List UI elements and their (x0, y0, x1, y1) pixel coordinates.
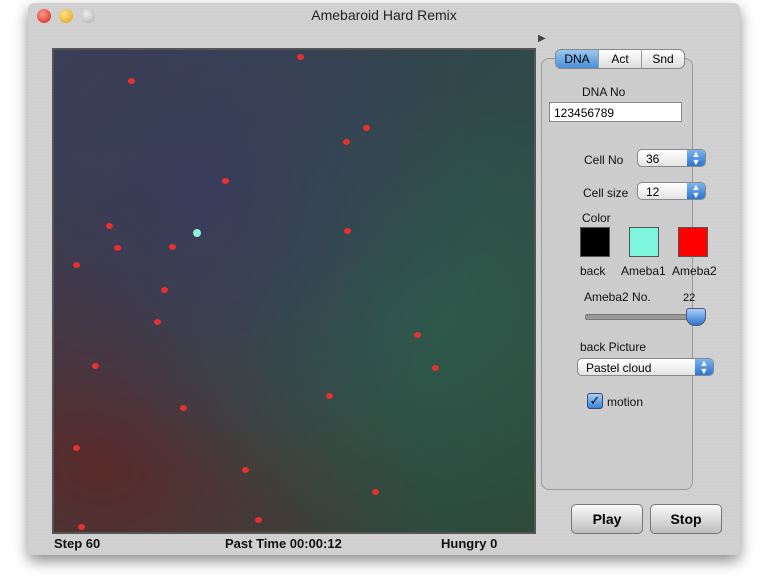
ameba2-color-label: Ameba2 (672, 264, 717, 278)
ameba2-slider-thumb[interactable] (686, 308, 706, 326)
motion-label: motion (607, 395, 644, 409)
cell-no-value: 36 (646, 152, 660, 166)
stop-button[interactable]: Stop (650, 504, 722, 534)
ameba2-cell (222, 178, 229, 184)
back-picture-value: Pastel cloud (586, 361, 652, 375)
ameba2-no-value: 22 (683, 292, 696, 304)
past-time: Past Time 00:00:12 (225, 536, 342, 551)
cell-size-select[interactable]: 12 ▲ ▼ (637, 182, 706, 200)
ameba2-cell (363, 125, 370, 131)
ameba1-color-swatch[interactable] (629, 227, 659, 257)
stepper-arrows-icon: ▲ ▼ (687, 183, 705, 200)
ameba2-cell (343, 139, 350, 145)
ameba2-cell (432, 365, 439, 371)
ameba2-cell (297, 54, 304, 60)
step-counter: Step 60 (54, 536, 101, 551)
tab-bar: DNA Act Snd (555, 49, 685, 69)
ameba2-cell (242, 467, 249, 473)
ameba2-slider-track[interactable] (585, 314, 702, 320)
back-picture-select[interactable]: Pastel cloud ▲ ▼ (577, 358, 714, 376)
dna-input[interactable]: 123456789 (549, 102, 682, 122)
color-label: Color (582, 211, 611, 225)
cell-no-select[interactable]: 36 ▲ ▼ (637, 149, 706, 167)
stepper-arrows-icon: ▲ ▼ (687, 150, 705, 167)
ameba2-cell (128, 78, 135, 84)
cell-size-label: Cell size (583, 186, 629, 200)
back-picture-label: back Picture (580, 340, 647, 354)
hungry-counter: Hungry 0 (441, 536, 498, 551)
tab-snd[interactable]: Snd (642, 50, 684, 68)
window-title: Amebaroid Hard Remix (311, 7, 457, 23)
disclosure-triangle-icon[interactable]: ▶ (538, 33, 546, 44)
ameba2-cell (344, 228, 351, 234)
play-button[interactable]: Play (571, 504, 643, 534)
ameba2-cell (326, 393, 333, 399)
tab-dna[interactable]: DNA (556, 50, 599, 68)
ameba2-cell (78, 524, 85, 530)
ameba2-cell (180, 405, 187, 411)
ameba2-cell (73, 445, 80, 451)
ameba1-cell (193, 229, 201, 237)
cell-size-value: 12 (646, 185, 660, 199)
stepper-arrows-icon: ▲ ▼ (695, 359, 713, 376)
ameba2-color-swatch[interactable] (678, 227, 708, 257)
ameba2-cell (169, 244, 176, 250)
ameba2-cell (372, 489, 379, 495)
ameba2-cell (73, 262, 80, 268)
motion-checkbox[interactable]: ✓ (587, 393, 603, 409)
ameba2-cell (255, 517, 262, 523)
ameba2-cell (414, 332, 421, 338)
ameba2-cell (92, 363, 99, 369)
ameba2-no-label: Ameba2 No. (584, 290, 651, 304)
tab-act[interactable]: Act (599, 50, 642, 68)
ameba2-cell (154, 319, 161, 325)
ameba2-cell (106, 223, 113, 229)
cell-no-label: Cell No (584, 153, 624, 167)
ameba2-cell (114, 245, 121, 251)
back-color-swatch[interactable] (580, 227, 610, 257)
ameba1-color-label: Ameba1 (621, 264, 666, 278)
simulation-canvas[interactable] (52, 48, 536, 534)
back-color-label: back (580, 264, 606, 278)
dna-label: DNA No (582, 85, 626, 99)
ameba2-cell (161, 287, 168, 293)
